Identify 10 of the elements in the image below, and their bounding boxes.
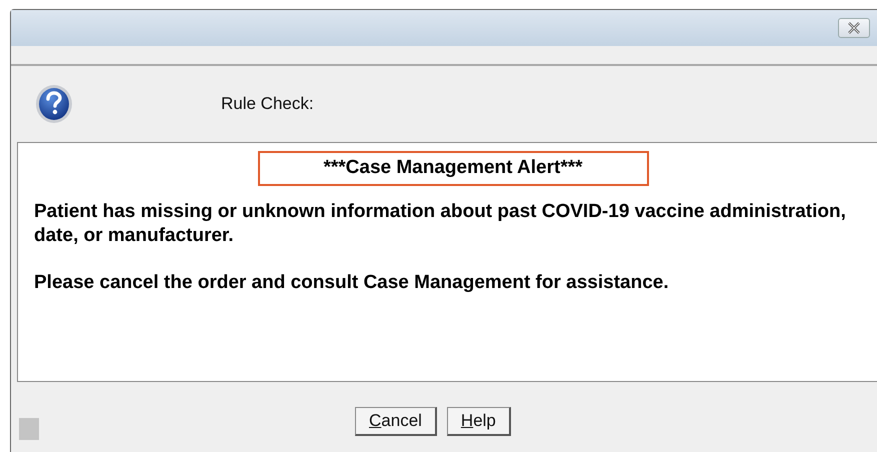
message-text: Please cancel the order and consult Case Management for assistance. bbox=[34, 270, 670, 295]
question-icon bbox=[35, 84, 73, 124]
message-text: Patient has missing or unknown information about past COVID-19 vaccine administration, date, or manufacturer. bbox=[34, 200, 847, 248]
dialog-heading: Rule Check: bbox=[221, 93, 314, 116]
close-button[interactable] bbox=[838, 18, 870, 38]
dialog-button[interactable]: Help bbox=[446, 407, 511, 436]
close-icon bbox=[847, 22, 861, 34]
dialog-button[interactable]: Cancel bbox=[355, 407, 437, 436]
status-indicator bbox=[19, 418, 39, 440]
alert-title: ***Case Management Alert*** bbox=[258, 151, 648, 186]
